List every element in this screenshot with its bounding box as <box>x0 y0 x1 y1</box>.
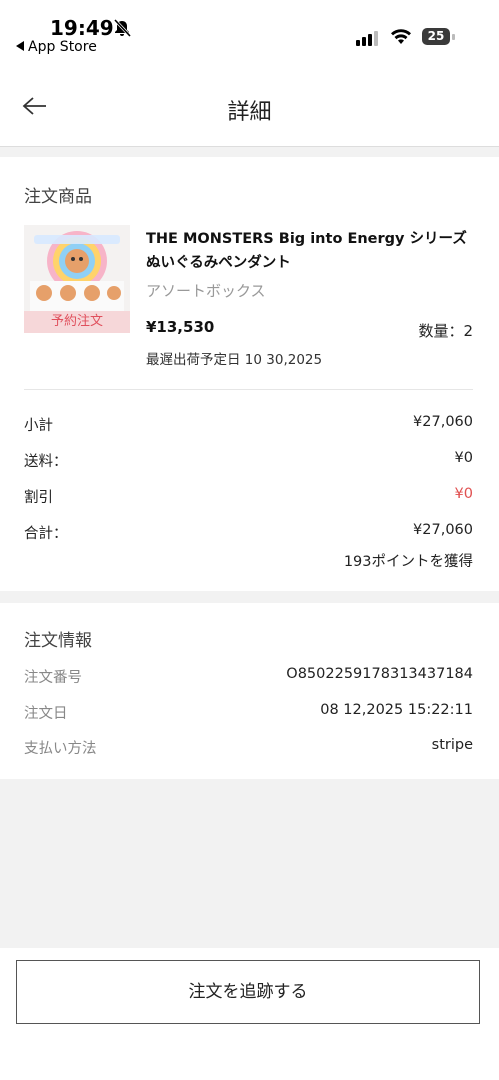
battery-level: 25 <box>422 28 450 45</box>
ship-date: 最遅出荷予定日 10 30,2025 <box>146 352 323 368</box>
page-title: 詳細 <box>227 100 272 125</box>
total-label: 合計： <box>24 526 68 542</box>
order-date-label: 注文日 <box>24 706 68 722</box>
divider <box>24 389 473 390</box>
payment-method-label: 支払い方法 <box>24 741 97 757</box>
battery-icon: 25 <box>422 28 456 46</box>
order-number-label: 注文番号 <box>24 670 82 686</box>
product-thumbnail[interactable]: 予約注文 <box>24 225 130 333</box>
bell-muted-icon <box>113 18 132 38</box>
nav-bar: 詳細 <box>0 64 499 147</box>
product-name[interactable]: THE MONSTERS Big into Energy シリーズ ぬいぐるみペ… <box>146 227 476 275</box>
subtotal-label: 小計 <box>24 418 53 434</box>
product-price: ¥13,530 <box>146 318 215 336</box>
order-info-title: 注文情報 <box>24 631 92 651</box>
subtotal-value: ¥27,060 <box>413 414 473 430</box>
footer-bar: 注文を追跡する <box>0 948 499 1080</box>
track-order-button[interactable]: 注文を追跡する <box>16 960 480 1024</box>
status-bar: 19:49 App Store 25 <box>0 0 499 64</box>
product-variant: アソートボックス <box>146 282 266 300</box>
order-items-title: 注文商品 <box>24 187 92 207</box>
order-number-value: O8502259178313437184 <box>286 666 473 682</box>
cellular-signal-icon <box>356 31 378 46</box>
payment-method-value: stripe <box>431 737 473 753</box>
back-to-app-store[interactable]: App Store <box>16 39 97 55</box>
points-earned: 193ポイントを獲得 <box>343 554 473 570</box>
wifi-icon <box>391 29 411 44</box>
back-triangle-icon <box>16 41 24 51</box>
discount-label: 割引 <box>24 490 53 506</box>
shipping-value: ¥0 <box>454 450 473 466</box>
shipping-label: 送料： <box>24 454 68 470</box>
status-time: 19:49 <box>50 16 114 40</box>
order-items-section: 注文商品 予約注文 THE MONSTERS Big into Energy シ… <box>0 157 499 591</box>
preorder-badge: 予約注文 <box>24 311 130 333</box>
back-app-label: App Store <box>28 39 97 55</box>
total-value: ¥27,060 <box>413 522 473 538</box>
product-quantity: 数量：2 <box>418 322 473 340</box>
order-date-value: 08 12,2025 15:22:11 <box>320 702 473 718</box>
order-info-section: 注文情報 注文番号 O8502259178313437184 注文日 08 12… <box>0 603 499 779</box>
discount-value: ¥0 <box>454 486 473 502</box>
product-image <box>24 225 130 311</box>
